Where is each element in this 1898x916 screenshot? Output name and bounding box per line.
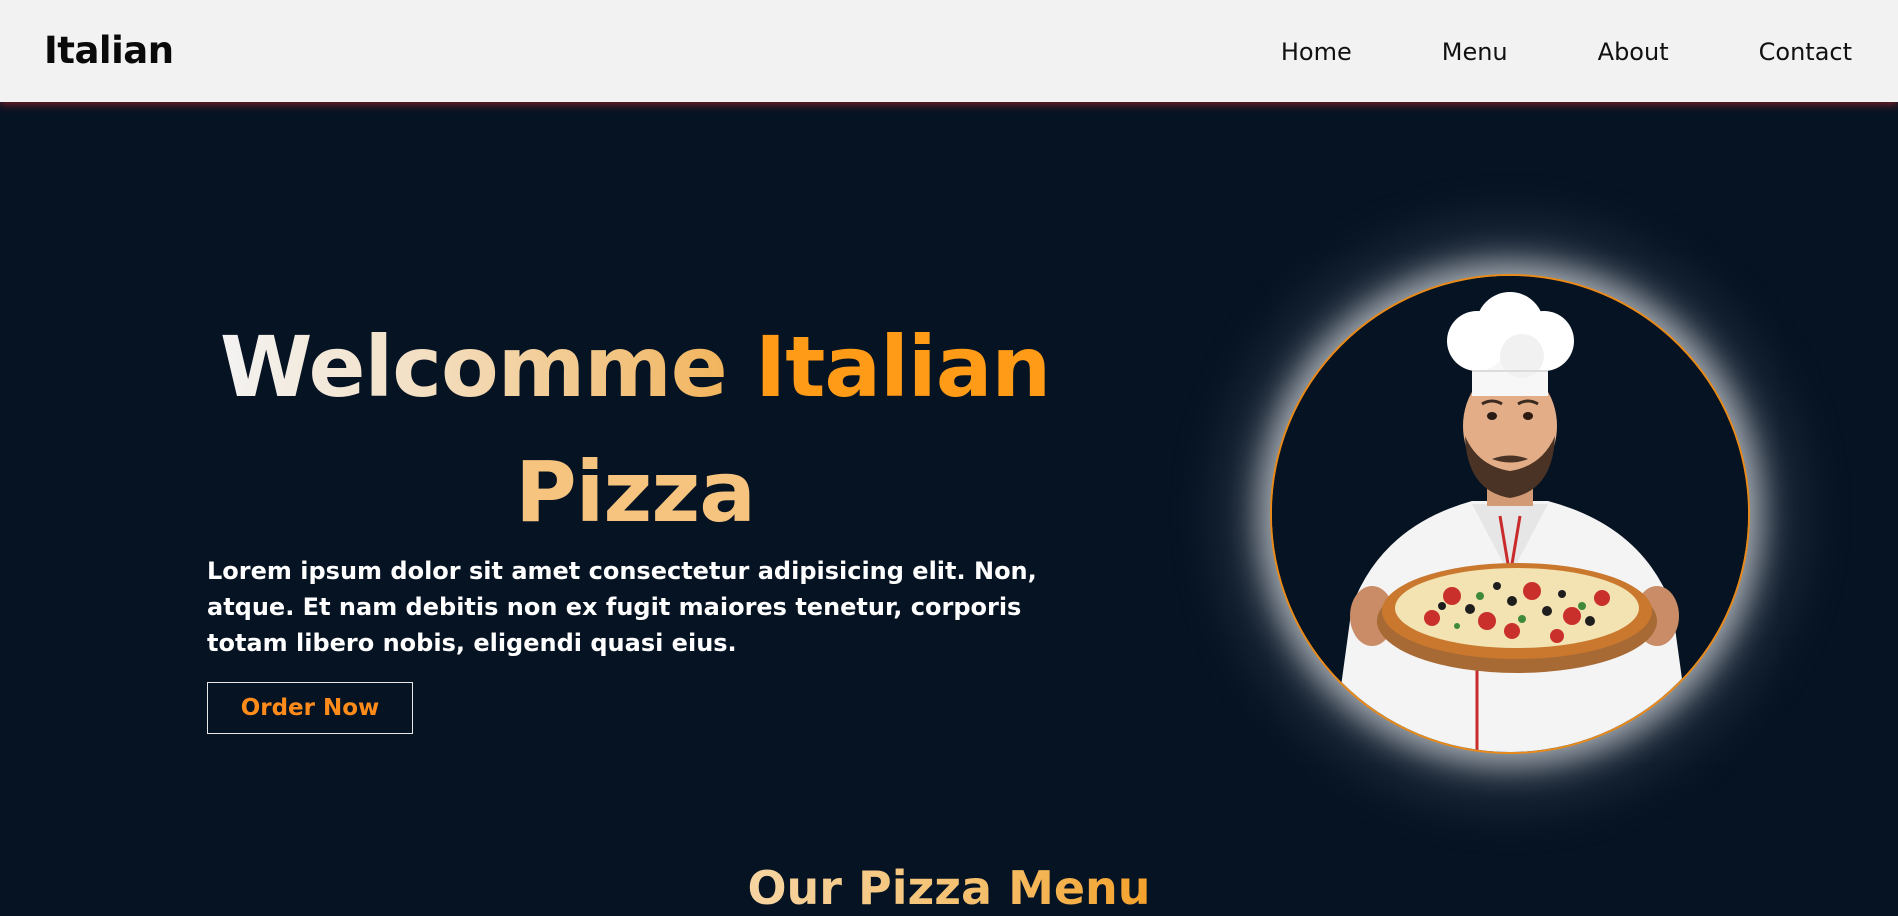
chef-holding-pizza-image [1270,274,1750,754]
hero-title-italian: Italian [755,318,1051,416]
menu-section-heading: Our Pizza Menu [0,860,1898,916]
nav-link-contact[interactable]: Contact [1759,38,1852,66]
order-now-button[interactable]: Order Now [207,682,413,734]
chef-illustration-icon [1272,276,1748,752]
nav-link-home[interactable]: Home [1281,38,1352,66]
hero-title-welcome: Welcomme [219,318,728,416]
navbar: Italian Home Menu About Contact [0,0,1898,102]
nav-link-about[interactable]: About [1598,38,1669,66]
nav-link-menu[interactable]: Menu [1442,38,1508,66]
hero-title-line1: Welcomme Italian [160,305,1110,430]
brand-logo[interactable]: Italian [44,30,174,72]
hero-title: Welcomme Italian Pizza [160,305,1110,555]
hero-title-pizza: Pizza [515,443,756,541]
menu-heading-text: Our Pizza Menu [747,861,1151,915]
nav-links: Home Menu About Contact [1191,38,1852,66]
hero-description: Lorem ipsum dolor sit amet consectetur a… [207,557,1037,657]
